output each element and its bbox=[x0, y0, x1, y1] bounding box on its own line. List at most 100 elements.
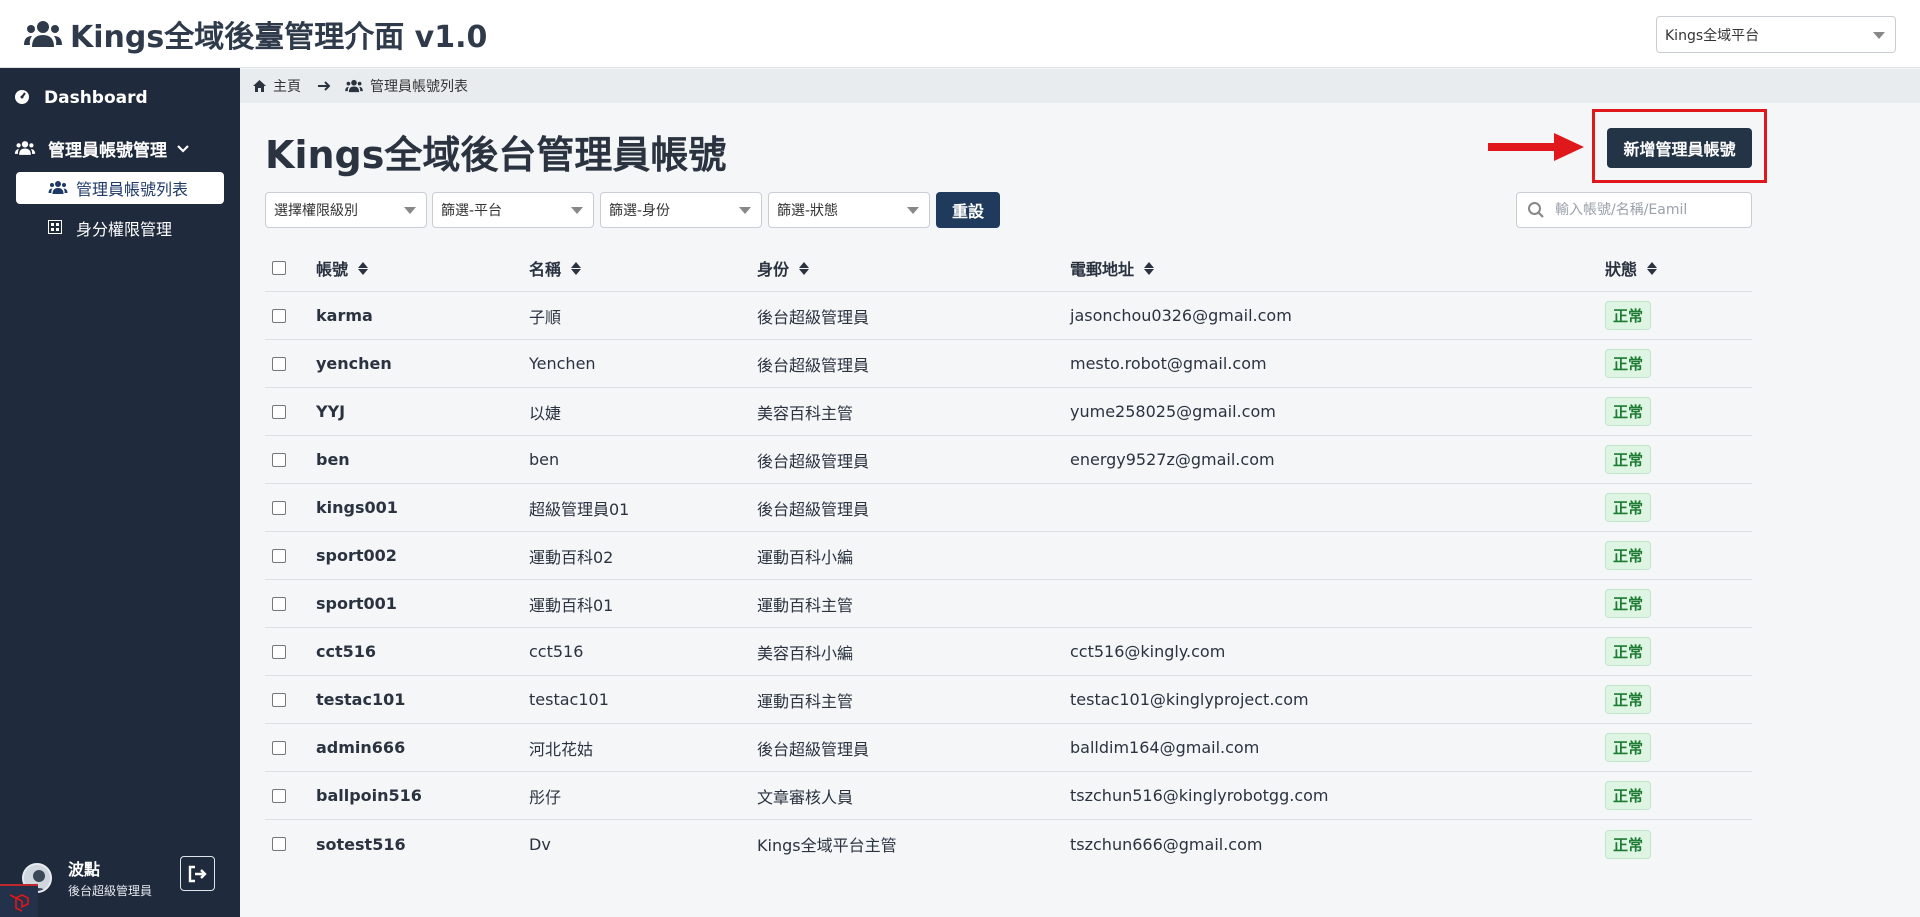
status-badge: 正常 bbox=[1605, 637, 1652, 666]
status-badge: 正常 bbox=[1605, 589, 1652, 618]
cell-account: ballpoin516 bbox=[316, 786, 422, 805]
users-icon bbox=[14, 140, 38, 158]
column-header-label: 身份 bbox=[757, 260, 790, 279]
cell-account: testac101 bbox=[316, 690, 406, 709]
table-row[interactable]: sport002 運動百科02 運動百科小編 正常 bbox=[265, 532, 1752, 580]
cell-account: admin666 bbox=[316, 738, 406, 757]
row-checkbox[interactable] bbox=[272, 404, 286, 419]
row-checkbox[interactable] bbox=[272, 788, 286, 803]
cell-email: tszchun516@kinglyrobotgg.com bbox=[1070, 786, 1329, 805]
logout-button[interactable] bbox=[180, 856, 215, 891]
cell-role: 文章審核人員 bbox=[757, 787, 854, 807]
users-icon bbox=[345, 79, 365, 93]
column-header-email[interactable]: 電郵地址 bbox=[1070, 245, 1155, 291]
breadcrumb: 主頁 管理員帳號列表 bbox=[240, 69, 1920, 103]
chevron-down-icon bbox=[1873, 31, 1885, 39]
column-header-role[interactable]: 身份 bbox=[757, 245, 810, 291]
red-arrow-icon bbox=[1488, 133, 1584, 161]
app-title-text: Kings全域後臺管理介面 v1.0 bbox=[70, 19, 488, 55]
row-checkbox[interactable] bbox=[272, 596, 286, 611]
table-row[interactable]: yenchen Yenchen 後台超級管理員 mesto.robot@gmai… bbox=[265, 340, 1752, 388]
status-badge: 正常 bbox=[1605, 493, 1652, 522]
cell-role: 運動百科小編 bbox=[757, 547, 854, 567]
row-checkbox[interactable] bbox=[272, 740, 286, 755]
cell-name: testac101 bbox=[529, 690, 609, 709]
sidebar-item-dashboard[interactable]: Dashboard bbox=[14, 88, 148, 108]
row-checkbox[interactable] bbox=[272, 452, 286, 467]
app-title: Kings全域後臺管理介面 v1.0 bbox=[24, 12, 487, 56]
cell-email: energy9527z@gmail.com bbox=[1070, 450, 1275, 469]
arrow-right-icon bbox=[317, 77, 331, 96]
search-input[interactable] bbox=[1555, 202, 1745, 218]
filter-status[interactable]: 篩選-狀態 bbox=[768, 192, 930, 228]
cell-role: 後台超級管理員 bbox=[757, 355, 870, 375]
column-header-label: 狀態 bbox=[1605, 260, 1638, 279]
status-badge: 正常 bbox=[1605, 733, 1652, 762]
cell-account: cct516 bbox=[316, 642, 377, 661]
table-row[interactable]: admin666 河北花姑 後台超級管理員 balldim164@gmail.c… bbox=[265, 724, 1752, 772]
platform-select[interactable]: Kings全域平台 bbox=[1656, 16, 1896, 53]
column-header-account[interactable]: 帳號 bbox=[316, 245, 369, 291]
filter-role[interactable]: 篩選-身份 bbox=[600, 192, 762, 228]
table-row[interactable]: ballpoin516 彤仔 文章審核人員 tszchun516@kinglyr… bbox=[265, 772, 1752, 820]
table-row[interactable]: karma 子順 後台超級管理員 jasonchou0326@gmail.com… bbox=[265, 292, 1752, 340]
search-box bbox=[1516, 192, 1752, 228]
table-row[interactable]: ben ben 後台超級管理員 energy9527z@gmail.com 正常 bbox=[265, 436, 1752, 484]
cell-name: 運動百科02 bbox=[529, 547, 614, 567]
sidebar-item-label: 身分權限管理 bbox=[76, 220, 173, 239]
reset-button[interactable]: 重設 bbox=[936, 192, 1000, 228]
cell-name: ben bbox=[529, 450, 560, 469]
column-header-label: 名稱 bbox=[529, 260, 562, 279]
table-row[interactable]: YYJ 以婕 美容百科主管 yume258025@gmail.com 正常 bbox=[265, 388, 1752, 436]
user-name: 波點 bbox=[68, 860, 101, 879]
column-header-status[interactable]: 狀態 bbox=[1605, 245, 1658, 291]
select-all-checkbox[interactable] bbox=[272, 261, 286, 275]
cell-account: yenchen bbox=[316, 354, 392, 373]
table-row[interactable]: sport001 運動百科01 運動百科主管 正常 bbox=[265, 580, 1752, 628]
cell-name: Yenchen bbox=[529, 354, 596, 373]
cell-email: cct516@kingly.com bbox=[1070, 642, 1226, 661]
table-row[interactable]: testac101 testac101 運動百科主管 testac101@kin… bbox=[265, 676, 1752, 724]
sort-icon bbox=[1144, 261, 1155, 275]
cell-account: YYJ bbox=[316, 402, 346, 421]
row-checkbox[interactable] bbox=[272, 356, 286, 371]
sort-icon bbox=[1647, 261, 1658, 275]
cell-role: 美容百科小編 bbox=[757, 643, 854, 663]
row-checkbox[interactable] bbox=[272, 644, 286, 659]
cell-account: karma bbox=[316, 306, 373, 325]
search-icon bbox=[1527, 201, 1545, 219]
users-icon bbox=[24, 19, 62, 49]
cell-name: cct516 bbox=[529, 642, 584, 661]
filter-permission-level[interactable]: 選擇權限級別 bbox=[265, 192, 427, 228]
cell-email: jasonchou0326@gmail.com bbox=[1070, 306, 1292, 325]
sidebar-item-label: 管理員帳號列表 bbox=[76, 180, 189, 199]
user-profile: 波點 後台超級管理員 bbox=[22, 856, 152, 899]
sidebar-item-role-permission[interactable]: 身分權限管理 bbox=[16, 212, 224, 244]
sidebar-item-label: 管理員帳號管理 bbox=[48, 141, 167, 161]
row-checkbox[interactable] bbox=[272, 692, 286, 707]
chevron-down-icon bbox=[907, 207, 919, 214]
row-checkbox[interactable] bbox=[272, 308, 286, 323]
dashboard-icon bbox=[14, 89, 34, 107]
cell-name: 子順 bbox=[529, 307, 562, 327]
add-admin-button[interactable]: 新增管理員帳號 bbox=[1607, 128, 1752, 168]
table-row[interactable]: kings001 超級管理員01 後台超級管理員 正常 bbox=[265, 484, 1752, 532]
row-checkbox[interactable] bbox=[272, 548, 286, 563]
table-row[interactable]: sotest516 Dv Kings全域平台主管 tszchun666@gmai… bbox=[265, 820, 1752, 868]
sidebar-item-admin-group[interactable]: 管理員帳號管理 bbox=[14, 136, 189, 161]
row-checkbox[interactable] bbox=[272, 500, 286, 515]
status-badge: 正常 bbox=[1605, 829, 1652, 859]
cell-role: 美容百科主管 bbox=[757, 403, 854, 423]
chevron-down-icon bbox=[739, 207, 751, 214]
filter-label: 篩選-身份 bbox=[609, 203, 671, 219]
chevron-down-icon bbox=[177, 144, 189, 154]
table-row[interactable]: cct516 cct516 美容百科小編 cct516@kingly.com 正… bbox=[265, 628, 1752, 676]
breadcrumb-home[interactable]: 主頁 bbox=[273, 76, 301, 96]
row-checkbox[interactable] bbox=[272, 837, 286, 851]
filter-platform[interactable]: 篩選-平台 bbox=[432, 192, 594, 228]
column-header-label: 帳號 bbox=[316, 260, 349, 279]
column-header-name[interactable]: 名稱 bbox=[529, 245, 582, 291]
sidebar-item-admin-list[interactable]: 管理員帳號列表 bbox=[16, 172, 224, 204]
filter-label: 選擇權限級別 bbox=[274, 203, 358, 219]
sort-icon bbox=[571, 261, 582, 275]
